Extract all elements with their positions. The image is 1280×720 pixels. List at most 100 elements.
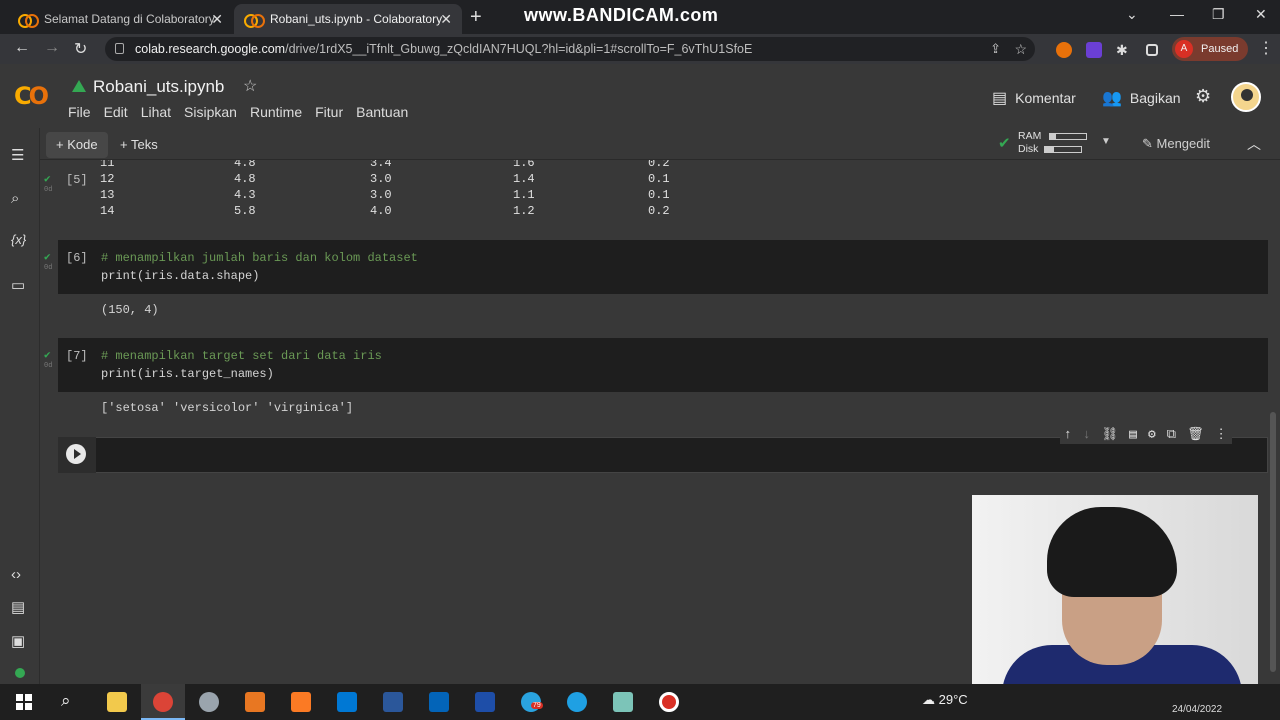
tab-search-icon[interactable]: ⌄ bbox=[1126, 6, 1138, 23]
play-icon bbox=[66, 444, 86, 464]
bandicam-record-icon[interactable] bbox=[659, 692, 679, 712]
code-cell-7[interactable]: ✔ 0d [7] # menampilkan target set dari da… bbox=[44, 338, 1268, 392]
cell-toolbar: ↑ ↓ ⛓ ▤ ⚙ ⧉ 🗑 ⋮ bbox=[1060, 425, 1232, 444]
table-cell: 13 bbox=[100, 188, 115, 202]
tab-notebook[interactable]: Robani_uts.ipynb - Colaboratory ✕ bbox=[234, 4, 462, 34]
add-code-button[interactable]: + Kode bbox=[46, 132, 108, 158]
table-of-contents-icon[interactable]: ☰ bbox=[11, 146, 24, 164]
app-icon[interactable] bbox=[199, 692, 219, 712]
forward-icon[interactable]: → bbox=[44, 39, 60, 57]
mirror-cell-icon[interactable]: ⧉ bbox=[1167, 427, 1176, 442]
user-avatar[interactable] bbox=[1231, 82, 1261, 112]
menu-tools[interactable]: Fitur bbox=[315, 104, 343, 120]
cell-6-ran-check-icon: ✔ 0d bbox=[44, 252, 53, 272]
reload-icon[interactable]: ↻ bbox=[74, 39, 87, 59]
browser-menu-icon[interactable]: ⋮ bbox=[1258, 38, 1274, 58]
file-explorer-icon[interactable] bbox=[107, 692, 127, 712]
comment-button[interactable]: ▤ Komentar bbox=[992, 88, 1076, 108]
share-button[interactable]: 👥 Bagikan bbox=[1102, 88, 1181, 108]
vscode-icon[interactable] bbox=[337, 692, 357, 712]
comment-cell-icon[interactable]: ▤ bbox=[1129, 427, 1137, 442]
tab-welcome[interactable]: Selamat Datang di Colaboratory ✕ bbox=[8, 4, 233, 34]
disk-bar bbox=[1044, 145, 1083, 153]
people-icon: 👥 bbox=[1102, 90, 1122, 107]
menu-insert[interactable]: Sisipkan bbox=[184, 104, 237, 120]
windows-start-icon[interactable] bbox=[16, 694, 32, 710]
move-up-icon[interactable]: ↑ bbox=[1064, 427, 1072, 442]
variables-icon[interactable]: {x} bbox=[11, 232, 26, 247]
menu-file[interactable]: File bbox=[68, 104, 91, 120]
command-palette-icon[interactable]: ▤ bbox=[11, 598, 25, 616]
collapse-header-icon[interactable]: ︿ bbox=[1247, 134, 1261, 154]
files-icon[interactable]: ▭ bbox=[11, 276, 25, 294]
word-icon[interactable] bbox=[383, 692, 403, 712]
close-tab-icon[interactable]: ✕ bbox=[211, 11, 223, 28]
resource-monitor[interactable]: RAM Disk bbox=[1018, 130, 1088, 156]
status-dot bbox=[15, 668, 25, 678]
extension-icon[interactable] bbox=[1056, 42, 1072, 58]
sidepanel-icon[interactable] bbox=[1146, 44, 1158, 56]
address-bar-row: ← → ↻ colab.research.google.com/drive/1r… bbox=[0, 34, 1280, 64]
weather-widget[interactable]: ☁ 29°C bbox=[922, 692, 968, 708]
menu-edit[interactable]: Edit bbox=[104, 104, 128, 120]
link-icon[interactable]: ⛓ bbox=[1102, 427, 1119, 442]
notebook-scrollbar[interactable] bbox=[1270, 412, 1276, 672]
share-page-icon[interactable]: ⇪ bbox=[990, 37, 1001, 61]
close-window-icon[interactable]: ✕ bbox=[1255, 6, 1267, 23]
run-cell-button[interactable] bbox=[58, 437, 96, 473]
editing-mode-button[interactable]: ✎ Mengedit bbox=[1142, 136, 1210, 152]
comment-icon: ▤ bbox=[992, 90, 1008, 107]
table-cell: 3.0 bbox=[370, 172, 392, 186]
more-options-icon[interactable]: ⋮ bbox=[1215, 427, 1228, 442]
xampp-icon[interactable] bbox=[291, 692, 311, 712]
cell-7-ran-check-icon: ✔ 0d bbox=[44, 350, 53, 370]
cell-settings-icon[interactable]: ⚙ bbox=[1148, 427, 1156, 442]
edge-icon[interactable] bbox=[567, 692, 587, 712]
delete-icon[interactable]: 🗑 bbox=[1187, 427, 1204, 442]
new-tab-icon[interactable]: + bbox=[470, 6, 482, 29]
move-down-icon[interactable]: ↓ bbox=[1083, 427, 1091, 442]
back-icon[interactable]: ← bbox=[14, 39, 30, 57]
chrome-icon[interactable] bbox=[153, 692, 173, 712]
download-extension-icon[interactable] bbox=[1086, 42, 1102, 58]
temperature: 29°C bbox=[938, 692, 968, 707]
editing-mode-label: Mengedit bbox=[1156, 136, 1210, 151]
code-snippets-icon[interactable]: ‹› bbox=[11, 566, 21, 583]
taskbar-search-icon[interactable]: ⌕ bbox=[61, 691, 71, 711]
settings-gear-icon[interactable]: ⚙ bbox=[1195, 86, 1211, 107]
terminal-icon[interactable]: ▣ bbox=[11, 632, 25, 650]
telegram-icon[interactable]: 79 bbox=[521, 692, 543, 712]
table-cell: 0.2 bbox=[648, 160, 670, 170]
colab-favicon-icon bbox=[18, 14, 39, 28]
colab-header: CO Robani_uts.ipynb ☆ File Edit Lihat Si… bbox=[0, 64, 1280, 128]
notepad-icon[interactable] bbox=[613, 692, 633, 712]
star-notebook-icon[interactable]: ☆ bbox=[243, 76, 257, 96]
table-cell: 0.1 bbox=[648, 188, 670, 202]
cell-5-exec-count: [5] bbox=[66, 173, 88, 187]
cell-6-comment: # menampilkan jumlah baris dan kolom dat… bbox=[101, 251, 418, 265]
disk-label: Disk bbox=[1018, 143, 1039, 155]
puzzle-icon[interactable]: ✱ bbox=[1116, 42, 1132, 58]
menu-help[interactable]: Bantuan bbox=[356, 104, 408, 120]
menu-view[interactable]: Lihat bbox=[141, 104, 171, 120]
table-cell: 4.0 bbox=[370, 204, 392, 218]
search-icon[interactable]: ⌕ bbox=[11, 190, 19, 207]
runtime-dropdown-icon[interactable]: ▼ bbox=[1101, 136, 1111, 147]
vb-icon[interactable] bbox=[475, 692, 495, 712]
table-cell: 0.1 bbox=[648, 172, 670, 186]
menu-runtime[interactable]: Runtime bbox=[250, 104, 302, 120]
matlab-icon[interactable] bbox=[245, 692, 265, 712]
colab-logo[interactable]: CO bbox=[14, 82, 49, 110]
notebook-title[interactable]: Robani_uts.ipynb bbox=[93, 77, 224, 97]
add-text-button[interactable]: + Teks bbox=[110, 132, 168, 158]
ram-label: RAM bbox=[1018, 130, 1042, 142]
minimize-icon[interactable]: — bbox=[1170, 6, 1184, 22]
code-cell-6[interactable]: ✔ 0d [6] # menampilkan jumlah baris dan k… bbox=[44, 240, 1268, 294]
bookmark-star-icon[interactable]: ☆ bbox=[1014, 37, 1027, 61]
close-tab-icon[interactable]: ✕ bbox=[440, 11, 452, 28]
table-cell: 3.4 bbox=[370, 160, 392, 170]
outlook-icon[interactable] bbox=[429, 692, 449, 712]
profile-button[interactable]: A Paused bbox=[1172, 37, 1248, 61]
maximize-icon[interactable]: ❐ bbox=[1212, 6, 1225, 23]
url-field[interactable]: colab.research.google.com/drive/1rdX5__i… bbox=[105, 37, 1035, 61]
